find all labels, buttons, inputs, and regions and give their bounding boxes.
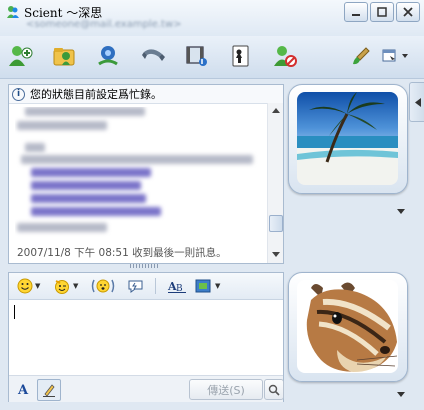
voice-call-icon bbox=[142, 49, 165, 61]
history-scrollbar[interactable] bbox=[267, 103, 283, 263]
conversation-history[interactable]: i 您的狀態目前設定爲忙錄。 2007/11/8 下午 08:51 收到最後一則… bbox=[8, 84, 284, 264]
chipmunk-picture bbox=[297, 280, 398, 373]
status-banner-text: 您的狀態目前設定爲忙錄。 bbox=[30, 88, 162, 101]
games-button[interactable] bbox=[226, 42, 256, 70]
video-call-icon bbox=[98, 46, 118, 66]
block-button[interactable] bbox=[270, 42, 300, 70]
invite-contact-icon bbox=[9, 46, 33, 66]
close-button[interactable] bbox=[396, 2, 420, 22]
share-files-button[interactable] bbox=[50, 42, 80, 70]
user-avatar[interactable] bbox=[288, 272, 408, 382]
emoticon-button[interactable]: ▼ bbox=[17, 277, 40, 295]
video-call-button[interactable] bbox=[94, 42, 124, 70]
voice-clip-icon bbox=[91, 279, 115, 293]
show-menu-button[interactable] bbox=[378, 42, 414, 70]
background-icon bbox=[195, 279, 211, 293]
activities-icon bbox=[186, 46, 207, 66]
blurred-messages bbox=[15, 107, 265, 239]
chevron-down-icon bbox=[271, 252, 280, 257]
handwrite-mode-button[interactable] bbox=[37, 379, 61, 401]
block-icon bbox=[274, 46, 297, 67]
scroll-down-arrow[interactable] bbox=[270, 249, 281, 260]
wink-icon bbox=[55, 280, 69, 294]
chevron-left-icon bbox=[414, 97, 421, 107]
theme-button[interactable] bbox=[346, 42, 376, 70]
activities-button[interactable] bbox=[182, 42, 212, 70]
user-avatar-menu-arrow[interactable] bbox=[397, 390, 405, 399]
maximize-icon bbox=[377, 7, 387, 17]
last-message-info: 2007/11/8 下午 08:51 收到最後一則訊息。 bbox=[17, 247, 227, 259]
minimize-icon bbox=[352, 14, 360, 16]
close-icon bbox=[403, 7, 413, 17]
expand-sidebar-tab[interactable] bbox=[409, 82, 424, 122]
search-icon bbox=[268, 384, 280, 396]
pencil-icon bbox=[43, 384, 55, 397]
nudge-button[interactable] bbox=[127, 277, 145, 295]
compose-footer: A 傳送(S) bbox=[9, 375, 284, 402]
messenger-icon bbox=[7, 6, 19, 18]
formatting-toolbar: ▼ ▼ A B ▼ bbox=[9, 273, 283, 300]
menu-icon bbox=[382, 49, 408, 62]
text-cursor bbox=[14, 305, 15, 319]
font-style-icon: A bbox=[17, 383, 29, 397]
background-button[interactable]: ▼ bbox=[195, 277, 220, 295]
emoticon-icon bbox=[17, 278, 33, 294]
games-icon bbox=[232, 45, 249, 67]
message-input[interactable] bbox=[13, 303, 281, 373]
voice-clip-button[interactable] bbox=[91, 277, 115, 295]
type-mode-button[interactable]: A bbox=[13, 379, 35, 399]
paintbrush-icon bbox=[353, 47, 370, 65]
info-icon: i bbox=[12, 87, 25, 101]
nudge-icon bbox=[128, 280, 143, 293]
scroll-up-arrow[interactable] bbox=[270, 105, 281, 116]
chevron-down-icon bbox=[397, 392, 405, 397]
invite-contact-button[interactable] bbox=[6, 42, 36, 70]
svg-text:A: A bbox=[17, 383, 29, 397]
minimize-button[interactable] bbox=[344, 2, 368, 22]
contact-avatar[interactable] bbox=[288, 84, 408, 194]
font-icon: A B bbox=[167, 280, 186, 294]
title-bar: Scient ～深思 <someone@mail.example.tw> bbox=[0, 0, 424, 36]
share-files-icon bbox=[53, 48, 75, 66]
search-button[interactable] bbox=[264, 379, 284, 400]
voice-call-button[interactable] bbox=[138, 42, 168, 70]
contact-avatar-menu-arrow[interactable] bbox=[397, 207, 405, 216]
chevron-down-icon bbox=[397, 209, 405, 214]
scroll-thumb[interactable] bbox=[269, 215, 283, 232]
font-button[interactable]: A B bbox=[167, 277, 187, 295]
send-button[interactable]: 傳送(S) bbox=[189, 379, 263, 400]
contact-email: <someone@mail.example.tw> bbox=[26, 19, 182, 30]
beach-picture bbox=[297, 92, 398, 185]
toolbar bbox=[0, 36, 424, 79]
wink-button[interactable]: ▼ bbox=[53, 277, 78, 295]
maximize-button[interactable] bbox=[370, 2, 394, 22]
pane-splitter[interactable] bbox=[130, 264, 160, 268]
compose-area: ▼ ▼ A B ▼ A 傳送(S) bbox=[8, 272, 284, 402]
status-banner: i 您的狀態目前設定爲忙錄。 bbox=[9, 85, 283, 104]
chevron-up-icon bbox=[271, 108, 280, 113]
